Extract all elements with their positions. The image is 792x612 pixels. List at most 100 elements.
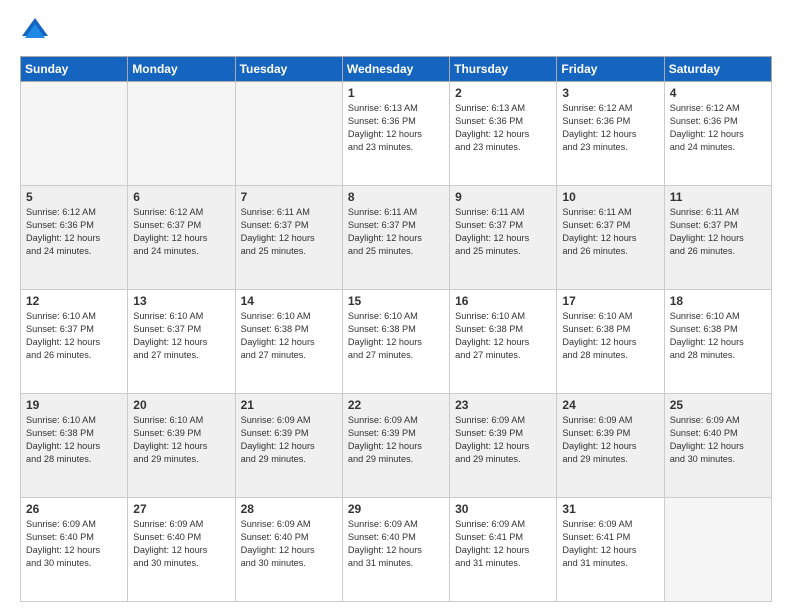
calendar-cell: 20 Sunrise: 6:10 AM Sunset: 6:39 PM Dayli… (128, 394, 235, 498)
day-info: Sunrise: 6:11 AM Sunset: 6:37 PM Dayligh… (562, 206, 658, 258)
calendar-cell: 1 Sunrise: 6:13 AM Sunset: 6:36 PM Daylig… (342, 82, 449, 186)
day-number: 7 (241, 190, 337, 204)
calendar-cell: 31Sunrise: 6:09 AM Sunset: 6:41 PM Dayli… (557, 498, 664, 602)
day-info: Sunrise: 6:10 AM Sunset: 6:38 PM Dayligh… (348, 310, 444, 362)
calendar-cell: 19 Sunrise: 6:10 AM Sunset: 6:38 PM Dayli… (21, 394, 128, 498)
day-number: 11 (670, 190, 766, 204)
day-info: Sunrise: 6:10 AM Sunset: 6:39 PM Dayligh… (133, 414, 229, 466)
day-info: Sunrise: 6:10 AM Sunset: 6:37 PM Dayligh… (133, 310, 229, 362)
calendar-cell: 13 Sunrise: 6:10 AM Sunset: 6:37 PM Dayli… (128, 290, 235, 394)
day-number: 29 (348, 502, 444, 516)
calendar-cell: 26Sunrise: 6:09 AM Sunset: 6:40 PM Dayli… (21, 498, 128, 602)
calendar-week-2: 12 Sunrise: 6:10 AM Sunset: 6:37 PM Dayli… (21, 290, 772, 394)
day-info: Sunrise: 6:12 AM Sunset: 6:36 PM Dayligh… (26, 206, 122, 258)
day-number: 17 (562, 294, 658, 308)
day-number: 14 (241, 294, 337, 308)
day-number: 28 (241, 502, 337, 516)
day-number: 24 (562, 398, 658, 412)
day-info: Sunrise: 6:11 AM Sunset: 6:37 PM Dayligh… (670, 206, 766, 258)
day-number: 20 (133, 398, 229, 412)
day-info: Sunrise: 6:12 AM Sunset: 6:36 PM Dayligh… (562, 102, 658, 154)
day-info: Sunrise: 6:09 AM Sunset: 6:39 PM Dayligh… (562, 414, 658, 466)
calendar-cell: 23 Sunrise: 6:09 AM Sunset: 6:39 PM Dayli… (450, 394, 557, 498)
day-number: 12 (26, 294, 122, 308)
calendar-cell: 2 Sunrise: 6:13 AM Sunset: 6:36 PM Daylig… (450, 82, 557, 186)
day-number: 10 (562, 190, 658, 204)
calendar-cell: 8 Sunrise: 6:11 AM Sunset: 6:37 PM Daylig… (342, 186, 449, 290)
day-header-friday: Friday (557, 57, 664, 82)
day-info: Sunrise: 6:09 AM Sunset: 6:40 PM Dayligh… (26, 518, 122, 570)
calendar: SundayMondayTuesdayWednesdayThursdayFrid… (20, 56, 772, 602)
day-number: 22 (348, 398, 444, 412)
day-info: Sunrise: 6:11 AM Sunset: 6:37 PM Dayligh… (241, 206, 337, 258)
logo (20, 16, 54, 46)
day-header-saturday: Saturday (664, 57, 771, 82)
day-number: 3 (562, 86, 658, 100)
day-info: Sunrise: 6:10 AM Sunset: 6:38 PM Dayligh… (26, 414, 122, 466)
day-info: Sunrise: 6:10 AM Sunset: 6:37 PM Dayligh… (26, 310, 122, 362)
day-number: 18 (670, 294, 766, 308)
day-number: 1 (348, 86, 444, 100)
day-info: Sunrise: 6:09 AM Sunset: 6:40 PM Dayligh… (670, 414, 766, 466)
header (20, 16, 772, 46)
day-info: Sunrise: 6:09 AM Sunset: 6:41 PM Dayligh… (455, 518, 551, 570)
day-info: Sunrise: 6:12 AM Sunset: 6:37 PM Dayligh… (133, 206, 229, 258)
calendar-cell: 25 Sunrise: 6:09 AM Sunset: 6:40 PM Dayli… (664, 394, 771, 498)
day-number: 15 (348, 294, 444, 308)
day-number: 30 (455, 502, 551, 516)
day-number: 23 (455, 398, 551, 412)
day-number: 8 (348, 190, 444, 204)
day-info: Sunrise: 6:09 AM Sunset: 6:39 PM Dayligh… (241, 414, 337, 466)
day-info: Sunrise: 6:10 AM Sunset: 6:38 PM Dayligh… (455, 310, 551, 362)
day-number: 5 (26, 190, 122, 204)
calendar-cell: 15 Sunrise: 6:10 AM Sunset: 6:38 PM Dayli… (342, 290, 449, 394)
calendar-week-0: 1 Sunrise: 6:13 AM Sunset: 6:36 PM Daylig… (21, 82, 772, 186)
day-number: 2 (455, 86, 551, 100)
logo-icon (20, 16, 50, 46)
calendar-header-row: SundayMondayTuesdayWednesdayThursdayFrid… (21, 57, 772, 82)
calendar-cell (235, 82, 342, 186)
day-info: Sunrise: 6:09 AM Sunset: 6:41 PM Dayligh… (562, 518, 658, 570)
calendar-week-3: 19 Sunrise: 6:10 AM Sunset: 6:38 PM Dayli… (21, 394, 772, 498)
day-number: 13 (133, 294, 229, 308)
calendar-cell: 6Sunrise: 6:12 AM Sunset: 6:37 PM Daylig… (128, 186, 235, 290)
calendar-cell: 18 Sunrise: 6:10 AM Sunset: 6:38 PM Dayli… (664, 290, 771, 394)
calendar-cell: 10 Sunrise: 6:11 AM Sunset: 6:37 PM Dayli… (557, 186, 664, 290)
day-header-wednesday: Wednesday (342, 57, 449, 82)
calendar-cell: 27 Sunrise: 6:09 AM Sunset: 6:40 PM Dayli… (128, 498, 235, 602)
day-info: Sunrise: 6:10 AM Sunset: 6:38 PM Dayligh… (670, 310, 766, 362)
day-info: Sunrise: 6:13 AM Sunset: 6:36 PM Dayligh… (348, 102, 444, 154)
day-number: 27 (133, 502, 229, 516)
day-info: Sunrise: 6:11 AM Sunset: 6:37 PM Dayligh… (455, 206, 551, 258)
day-header-thursday: Thursday (450, 57, 557, 82)
day-number: 21 (241, 398, 337, 412)
calendar-cell: 4Sunrise: 6:12 AM Sunset: 6:36 PM Daylig… (664, 82, 771, 186)
day-info: Sunrise: 6:13 AM Sunset: 6:36 PM Dayligh… (455, 102, 551, 154)
day-info: Sunrise: 6:09 AM Sunset: 6:40 PM Dayligh… (133, 518, 229, 570)
day-info: Sunrise: 6:10 AM Sunset: 6:38 PM Dayligh… (241, 310, 337, 362)
calendar-cell: 14 Sunrise: 6:10 AM Sunset: 6:38 PM Dayli… (235, 290, 342, 394)
calendar-cell: 22 Sunrise: 6:09 AM Sunset: 6:39 PM Dayli… (342, 394, 449, 498)
day-header-sunday: Sunday (21, 57, 128, 82)
day-info: Sunrise: 6:10 AM Sunset: 6:38 PM Dayligh… (562, 310, 658, 362)
day-info: Sunrise: 6:09 AM Sunset: 6:39 PM Dayligh… (348, 414, 444, 466)
calendar-cell: 12 Sunrise: 6:10 AM Sunset: 6:37 PM Dayli… (21, 290, 128, 394)
day-info: Sunrise: 6:09 AM Sunset: 6:39 PM Dayligh… (455, 414, 551, 466)
calendar-cell: 16Sunrise: 6:10 AM Sunset: 6:38 PM Dayli… (450, 290, 557, 394)
calendar-cell: 5 Sunrise: 6:12 AM Sunset: 6:36 PM Daylig… (21, 186, 128, 290)
day-number: 9 (455, 190, 551, 204)
day-number: 19 (26, 398, 122, 412)
calendar-cell (664, 498, 771, 602)
calendar-cell: 24 Sunrise: 6:09 AM Sunset: 6:39 PM Dayli… (557, 394, 664, 498)
calendar-cell (21, 82, 128, 186)
calendar-cell: 9 Sunrise: 6:11 AM Sunset: 6:37 PM Daylig… (450, 186, 557, 290)
day-number: 25 (670, 398, 766, 412)
day-header-monday: Monday (128, 57, 235, 82)
day-info: Sunrise: 6:11 AM Sunset: 6:37 PM Dayligh… (348, 206, 444, 258)
calendar-week-4: 26Sunrise: 6:09 AM Sunset: 6:40 PM Dayli… (21, 498, 772, 602)
calendar-cell: 7 Sunrise: 6:11 AM Sunset: 6:37 PM Daylig… (235, 186, 342, 290)
calendar-week-1: 5 Sunrise: 6:12 AM Sunset: 6:36 PM Daylig… (21, 186, 772, 290)
calendar-cell: 28Sunrise: 6:09 AM Sunset: 6:40 PM Dayli… (235, 498, 342, 602)
calendar-cell: 3 Sunrise: 6:12 AM Sunset: 6:36 PM Daylig… (557, 82, 664, 186)
calendar-cell: 21 Sunrise: 6:09 AM Sunset: 6:39 PM Dayli… (235, 394, 342, 498)
